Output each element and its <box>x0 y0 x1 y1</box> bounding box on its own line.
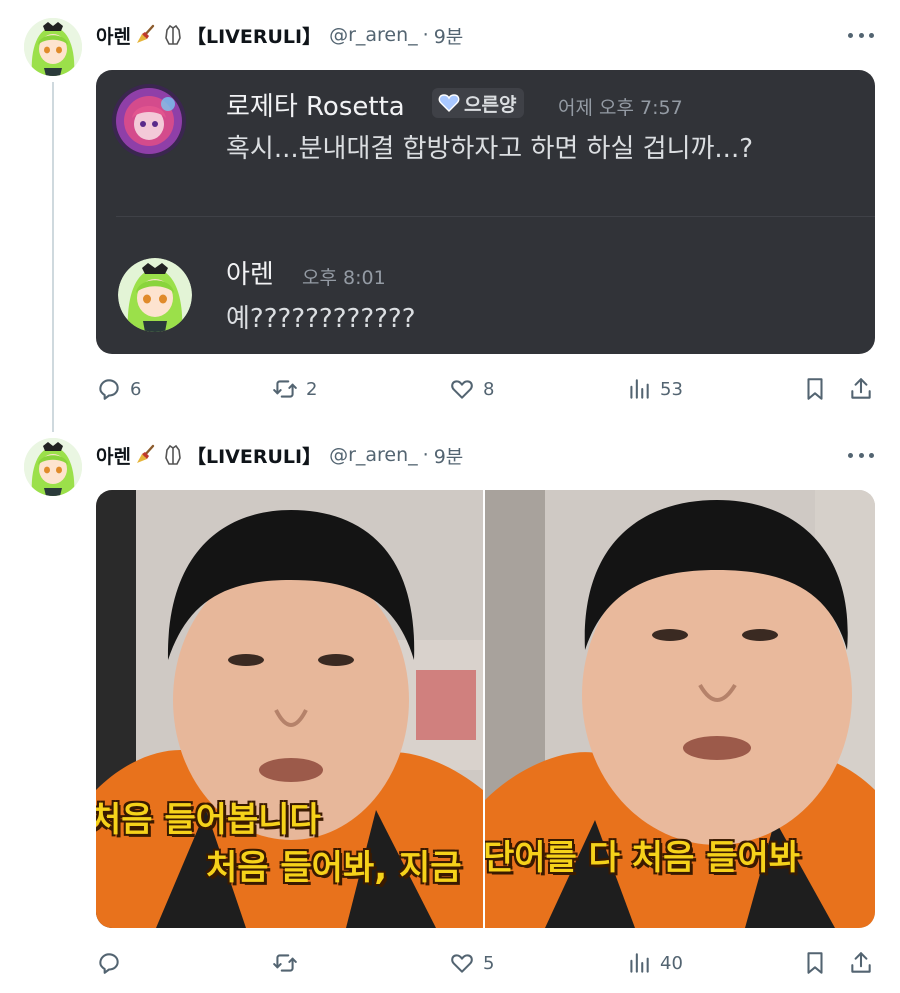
account-tag[interactable]: 【LIVERULI】 <box>187 442 321 469</box>
share-button[interactable] <box>848 946 874 980</box>
repost-count: 2 <box>306 378 318 400</box>
repost-button[interactable] <box>272 946 306 980</box>
hands-icon <box>161 443 185 467</box>
views-count: 40 <box>660 952 683 974</box>
views-icon <box>630 953 649 973</box>
display-name[interactable]: 아렌 <box>96 442 131 469</box>
action-bar: 6 2 8 53 <box>96 372 886 406</box>
views-button[interactable]: 53 <box>626 372 683 406</box>
separator-dot: · <box>422 444 429 466</box>
like-button[interactable]: 8 <box>449 372 494 406</box>
tweet-header: 아렌 【LIVERULI】 @r_aren_ · 9분 <box>96 440 463 470</box>
badge-label: 으른양 <box>464 93 517 116</box>
like-icon <box>451 380 473 399</box>
caption-right: 단어를 다 처음 들어봐 <box>485 838 801 878</box>
media-grid[interactable]: 처음 들어봅니다 처음 들어봐, 지금 단어를 다 처음 들어봐 <box>96 490 875 928</box>
tweet-header: 아렌 【LIVERULI】 @r_aren_ · 9분 <box>96 20 463 50</box>
more-icon[interactable] <box>848 451 874 459</box>
message-divider <box>116 216 875 217</box>
timestamp[interactable]: 9분 <box>434 22 464 49</box>
bookmark-button[interactable] <box>802 372 828 406</box>
share-button[interactable] <box>848 372 874 406</box>
message-text: 혹시...분내대결 합방하자고 하면 하실 겁니까...? <box>226 134 754 164</box>
bookmark-icon <box>807 378 823 400</box>
avatar[interactable] <box>24 18 82 76</box>
reply-button[interactable]: 6 <box>96 372 141 406</box>
avatar[interactable] <box>24 438 82 496</box>
aren-avatar <box>118 258 192 332</box>
reply-button[interactable] <box>96 946 130 980</box>
display-name[interactable]: 아렌 <box>96 22 131 49</box>
like-count: 5 <box>483 952 495 974</box>
share-icon <box>851 952 871 973</box>
action-bar: 5 40 <box>96 946 886 980</box>
bookmark-button[interactable] <box>802 946 828 980</box>
repost-icon <box>273 954 297 972</box>
reply-count: 6 <box>130 378 142 400</box>
handle[interactable]: @r_aren_ <box>329 444 418 466</box>
rosetta-avatar <box>112 84 186 158</box>
views-count: 53 <box>660 378 683 400</box>
broom-icon <box>133 443 157 467</box>
heart-badge-icon <box>438 93 460 113</box>
account-tag[interactable]: 【LIVERULI】 <box>187 22 321 49</box>
discord-screenshot[interactable]: 로제타 Rosetta 으른양 어제 오후 7:57 혹시...분내대결 합방하… <box>96 70 875 354</box>
reply-icon <box>99 379 119 400</box>
hands-icon <box>161 23 185 47</box>
message-text: 예???????????? <box>226 304 416 334</box>
media-image-right[interactable]: 단어를 다 처음 들어봐 <box>485 490 875 928</box>
share-icon <box>851 378 871 399</box>
like-button[interactable]: 5 <box>449 946 494 980</box>
message-time: 어제 오후 7:57 <box>558 97 683 119</box>
like-icon <box>451 954 473 973</box>
views-icon <box>630 379 649 399</box>
timestamp[interactable]: 9분 <box>434 442 464 469</box>
repost-button[interactable]: 2 <box>272 372 317 406</box>
caption-left-2: 처음 들어봐, 지금 <box>206 848 462 888</box>
like-count: 8 <box>483 378 495 400</box>
separator-dot: · <box>422 24 429 46</box>
more-icon[interactable] <box>848 31 874 39</box>
media-image-left[interactable]: 처음 들어봅니다 처음 들어봐, 지금 <box>96 490 483 928</box>
message-time: 오후 8:01 <box>302 267 386 289</box>
author-rosetta: 로제타 Rosetta <box>226 92 405 122</box>
views-button[interactable]: 40 <box>626 946 683 980</box>
reply-icon <box>99 953 119 974</box>
bookmark-icon <box>807 952 823 974</box>
broom-icon <box>133 23 157 47</box>
repost-icon <box>273 380 297 398</box>
handle[interactable]: @r_aren_ <box>329 24 418 46</box>
author-aren: 아렌 <box>226 260 274 290</box>
role-badge: 으른양 <box>432 88 525 118</box>
caption-left-1: 처음 들어봅니다 <box>96 800 321 840</box>
thread-line <box>52 82 54 432</box>
